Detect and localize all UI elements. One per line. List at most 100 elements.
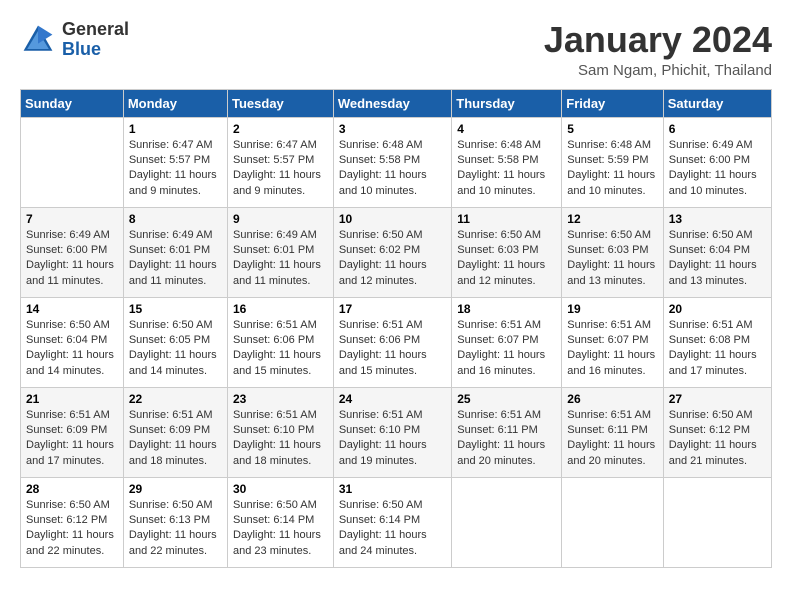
daylight-text: Daylight: 11 hours and 21 minutes. [669,439,757,466]
sunrise-text: Sunrise: 6:47 AM [233,139,317,151]
day-info: Sunrise: 6:50 AM Sunset: 6:14 PM Dayligh… [339,498,446,560]
sunrise-text: Sunrise: 6:50 AM [567,229,651,241]
daylight-text: Daylight: 11 hours and 20 minutes. [567,439,655,466]
day-number: 1 [129,122,222,136]
daylight-text: Daylight: 11 hours and 23 minutes. [233,529,321,556]
sunrise-text: Sunrise: 6:51 AM [129,409,213,421]
day-number: 9 [233,212,328,226]
calendar-table: SundayMondayTuesdayWednesdayThursdayFrid… [20,89,772,568]
day-cell [663,477,771,567]
day-cell: 9 Sunrise: 6:49 AM Sunset: 6:01 PM Dayli… [228,207,334,297]
day-cell: 11 Sunrise: 6:50 AM Sunset: 6:03 PM Dayl… [452,207,562,297]
week-row-4: 21 Sunrise: 6:51 AM Sunset: 6:09 PM Dayl… [21,387,772,477]
day-number: 12 [567,212,657,226]
sunrise-text: Sunrise: 6:49 AM [233,229,317,241]
week-row-5: 28 Sunrise: 6:50 AM Sunset: 6:12 PM Dayl… [21,477,772,567]
day-number: 27 [669,392,766,406]
day-cell: 1 Sunrise: 6:47 AM Sunset: 5:57 PM Dayli… [123,117,227,207]
sunrise-text: Sunrise: 6:51 AM [339,319,423,331]
day-number: 6 [669,122,766,136]
day-number: 19 [567,302,657,316]
day-info: Sunrise: 6:51 AM Sunset: 6:09 PM Dayligh… [26,408,118,470]
sunset-text: Sunset: 6:11 PM [457,424,538,436]
day-cell: 30 Sunrise: 6:50 AM Sunset: 6:14 PM Dayl… [228,477,334,567]
daylight-text: Daylight: 11 hours and 15 minutes. [339,349,427,376]
daylight-text: Daylight: 11 hours and 18 minutes. [129,439,217,466]
day-cell: 23 Sunrise: 6:51 AM Sunset: 6:10 PM Dayl… [228,387,334,477]
day-number: 13 [669,212,766,226]
day-number: 16 [233,302,328,316]
day-number: 8 [129,212,222,226]
sunrise-text: Sunrise: 6:50 AM [339,229,423,241]
day-info: Sunrise: 6:49 AM Sunset: 6:01 PM Dayligh… [129,228,222,290]
daylight-text: Daylight: 11 hours and 13 minutes. [669,259,757,286]
day-number: 3 [339,122,446,136]
day-info: Sunrise: 6:50 AM Sunset: 6:05 PM Dayligh… [129,318,222,380]
day-info: Sunrise: 6:47 AM Sunset: 5:57 PM Dayligh… [233,138,328,200]
day-info: Sunrise: 6:51 AM Sunset: 6:10 PM Dayligh… [339,408,446,470]
header-friday: Friday [562,89,663,117]
day-number: 28 [26,482,118,496]
daylight-text: Daylight: 11 hours and 11 minutes. [129,259,217,286]
day-cell: 22 Sunrise: 6:51 AM Sunset: 6:09 PM Dayl… [123,387,227,477]
day-cell: 20 Sunrise: 6:51 AM Sunset: 6:08 PM Dayl… [663,297,771,387]
day-cell: 25 Sunrise: 6:51 AM Sunset: 6:11 PM Dayl… [452,387,562,477]
sunset-text: Sunset: 6:07 PM [567,334,648,346]
sunset-text: Sunset: 6:04 PM [26,334,107,346]
month-title: January 2024 [544,20,772,60]
day-cell: 2 Sunrise: 6:47 AM Sunset: 5:57 PM Dayli… [228,117,334,207]
sunset-text: Sunset: 6:00 PM [26,244,107,256]
daylight-text: Daylight: 11 hours and 19 minutes. [339,439,427,466]
sunset-text: Sunset: 5:57 PM [233,154,314,166]
page-header: General Blue January 2024 Sam Ngam, Phic… [20,20,772,79]
logo-icon [20,22,56,58]
sunset-text: Sunset: 5:58 PM [457,154,538,166]
day-cell [21,117,124,207]
day-info: Sunrise: 6:51 AM Sunset: 6:08 PM Dayligh… [669,318,766,380]
day-number: 24 [339,392,446,406]
day-number: 23 [233,392,328,406]
sunset-text: Sunset: 6:06 PM [233,334,314,346]
day-cell: 13 Sunrise: 6:50 AM Sunset: 6:04 PM Dayl… [663,207,771,297]
sunrise-text: Sunrise: 6:50 AM [129,499,213,511]
sunrise-text: Sunrise: 6:49 AM [129,229,213,241]
day-cell: 8 Sunrise: 6:49 AM Sunset: 6:01 PM Dayli… [123,207,227,297]
sunrise-text: Sunrise: 6:48 AM [457,139,541,151]
day-number: 29 [129,482,222,496]
daylight-text: Daylight: 11 hours and 10 minutes. [567,169,655,196]
day-info: Sunrise: 6:47 AM Sunset: 5:57 PM Dayligh… [129,138,222,200]
day-info: Sunrise: 6:50 AM Sunset: 6:14 PM Dayligh… [233,498,328,560]
day-info: Sunrise: 6:50 AM Sunset: 6:12 PM Dayligh… [26,498,118,560]
header-row: SundayMondayTuesdayWednesdayThursdayFrid… [21,89,772,117]
sunrise-text: Sunrise: 6:48 AM [567,139,651,151]
header-monday: Monday [123,89,227,117]
day-cell: 18 Sunrise: 6:51 AM Sunset: 6:07 PM Dayl… [452,297,562,387]
header-wednesday: Wednesday [333,89,451,117]
sunrise-text: Sunrise: 6:50 AM [669,229,753,241]
sunset-text: Sunset: 6:09 PM [129,424,210,436]
day-cell: 4 Sunrise: 6:48 AM Sunset: 5:58 PM Dayli… [452,117,562,207]
daylight-text: Daylight: 11 hours and 24 minutes. [339,529,427,556]
title-section: January 2024 Sam Ngam, Phichit, Thailand [544,20,772,79]
sunset-text: Sunset: 6:03 PM [457,244,538,256]
header-tuesday: Tuesday [228,89,334,117]
day-number: 11 [457,212,556,226]
sunset-text: Sunset: 6:04 PM [669,244,750,256]
daylight-text: Daylight: 11 hours and 17 minutes. [669,349,757,376]
sunset-text: Sunset: 6:07 PM [457,334,538,346]
sunset-text: Sunset: 5:57 PM [129,154,210,166]
header-thursday: Thursday [452,89,562,117]
week-row-1: 1 Sunrise: 6:47 AM Sunset: 5:57 PM Dayli… [21,117,772,207]
sunset-text: Sunset: 6:14 PM [339,514,420,526]
week-row-3: 14 Sunrise: 6:50 AM Sunset: 6:04 PM Dayl… [21,297,772,387]
daylight-text: Daylight: 11 hours and 17 minutes. [26,439,114,466]
day-info: Sunrise: 6:50 AM Sunset: 6:03 PM Dayligh… [567,228,657,290]
day-info: Sunrise: 6:51 AM Sunset: 6:10 PM Dayligh… [233,408,328,470]
daylight-text: Daylight: 11 hours and 14 minutes. [129,349,217,376]
day-number: 14 [26,302,118,316]
logo-blue-text: Blue [62,40,129,60]
day-info: Sunrise: 6:50 AM Sunset: 6:12 PM Dayligh… [669,408,766,470]
sunrise-text: Sunrise: 6:51 AM [26,409,110,421]
sunset-text: Sunset: 5:58 PM [339,154,420,166]
day-info: Sunrise: 6:50 AM Sunset: 6:02 PM Dayligh… [339,228,446,290]
